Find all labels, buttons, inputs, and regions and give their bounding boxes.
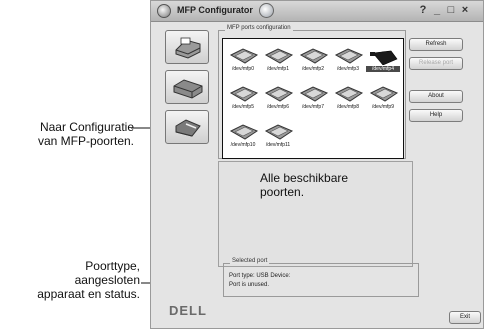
port-label: /dev/mfp10 xyxy=(230,142,256,148)
port-icon xyxy=(229,48,259,64)
port-type-text: Port type: USB Device: xyxy=(229,273,291,279)
callout-configuration: Naar Configuratie van MFP-poorten. xyxy=(37,120,134,148)
port-label: /dev/mfp1 xyxy=(267,66,289,72)
port-item[interactable]: /dev/mfp10 xyxy=(226,121,260,153)
refresh-button[interactable]: Refresh xyxy=(409,38,463,51)
port-item[interactable]: /dev/mfp11 xyxy=(261,121,295,153)
port-icon xyxy=(369,86,399,102)
port-list: /dev/mfp0/dev/mfp1/dev/mfp2/dev/mfp3/dev… xyxy=(222,38,404,159)
minimize-button[interactable]: _ xyxy=(431,4,443,17)
exit-button[interactable]: Exit xyxy=(449,311,481,324)
port-label: /dev/mfp9 xyxy=(372,104,394,110)
nav-printers-button[interactable] xyxy=(165,30,209,64)
port-icon xyxy=(334,48,364,64)
port-icon xyxy=(264,48,294,64)
port-icon xyxy=(264,86,294,102)
port-item[interactable]: /dev/mfp0 xyxy=(226,45,260,77)
app-icon xyxy=(157,4,171,18)
dell-logo: DELL xyxy=(169,303,207,318)
port-item[interactable]: /dev/mfp1 xyxy=(261,45,295,77)
port-item[interactable]: /dev/mfp2 xyxy=(296,45,330,77)
printer-icon xyxy=(175,37,201,59)
port-label: /dev/mfp2 xyxy=(302,66,324,72)
port-label: /dev/mfp11 xyxy=(265,142,291,148)
selected-port-group: Selected port Port type: USB Device: Por… xyxy=(223,258,419,297)
port-item[interactable]: /dev/mfp6 xyxy=(261,83,295,115)
nav-mfp-ports-button[interactable] xyxy=(165,110,209,144)
port-label: /dev/mfp8 xyxy=(337,104,359,110)
title-bar[interactable]: MFP Configurator ? _ □ × xyxy=(151,1,483,22)
mfp-configurator-window: MFP Configurator ? _ □ × MFP ports confi… xyxy=(150,0,484,329)
port-icon xyxy=(299,48,329,64)
globe-icon xyxy=(259,3,274,18)
port-label: /dev/mfp6 xyxy=(267,104,289,110)
release-port-button[interactable]: Release port xyxy=(409,57,463,70)
port-label: /dev/mfp3 xyxy=(337,66,359,72)
port-label: /dev/mfp7 xyxy=(302,104,324,110)
callout-available-ports: Alle beschikbare poorten. xyxy=(260,171,349,199)
port-icon xyxy=(229,86,259,102)
port-label: /dev/mfp4 xyxy=(366,66,400,72)
port-status-text: Port is unused. xyxy=(229,282,270,288)
port-icon xyxy=(264,124,294,140)
help-window-button[interactable]: ? xyxy=(417,4,429,17)
port-label: /dev/mfp5 xyxy=(232,104,254,110)
about-button[interactable]: About xyxy=(409,90,463,103)
port-icon xyxy=(299,86,329,102)
port-icon xyxy=(229,124,259,140)
port-item[interactable]: /dev/mfp5 xyxy=(226,83,260,115)
port-item[interactable]: /dev/mfp8 xyxy=(331,83,365,115)
scanner-icon xyxy=(173,79,203,99)
port-item[interactable]: /dev/mfp9 xyxy=(366,83,400,115)
close-button[interactable]: × xyxy=(459,4,471,17)
mfp-ports-group-label: MFP ports configuration xyxy=(225,25,293,31)
mfp-ports-group: MFP ports configuration /dev/mfp0/dev/mf… xyxy=(218,25,406,159)
port-icon xyxy=(334,86,364,102)
nav-scanners-button[interactable] xyxy=(165,70,209,104)
selected-port-group-label: Selected port xyxy=(230,258,270,264)
port-item[interactable]: /dev/mfp3 xyxy=(331,45,365,77)
port-item[interactable]: /dev/mfp4 xyxy=(366,45,400,77)
callout-port-info: Poorttype, aangesloten apparaat en statu… xyxy=(37,259,140,301)
port-icon xyxy=(370,50,398,65)
window-title: MFP Configurator xyxy=(177,5,253,15)
mfp-port-icon xyxy=(175,119,201,137)
port-item[interactable]: /dev/mfp7 xyxy=(296,83,330,115)
help-button[interactable]: Help xyxy=(409,109,463,122)
maximize-button[interactable]: □ xyxy=(445,4,457,17)
port-label: /dev/mfp0 xyxy=(232,66,254,72)
